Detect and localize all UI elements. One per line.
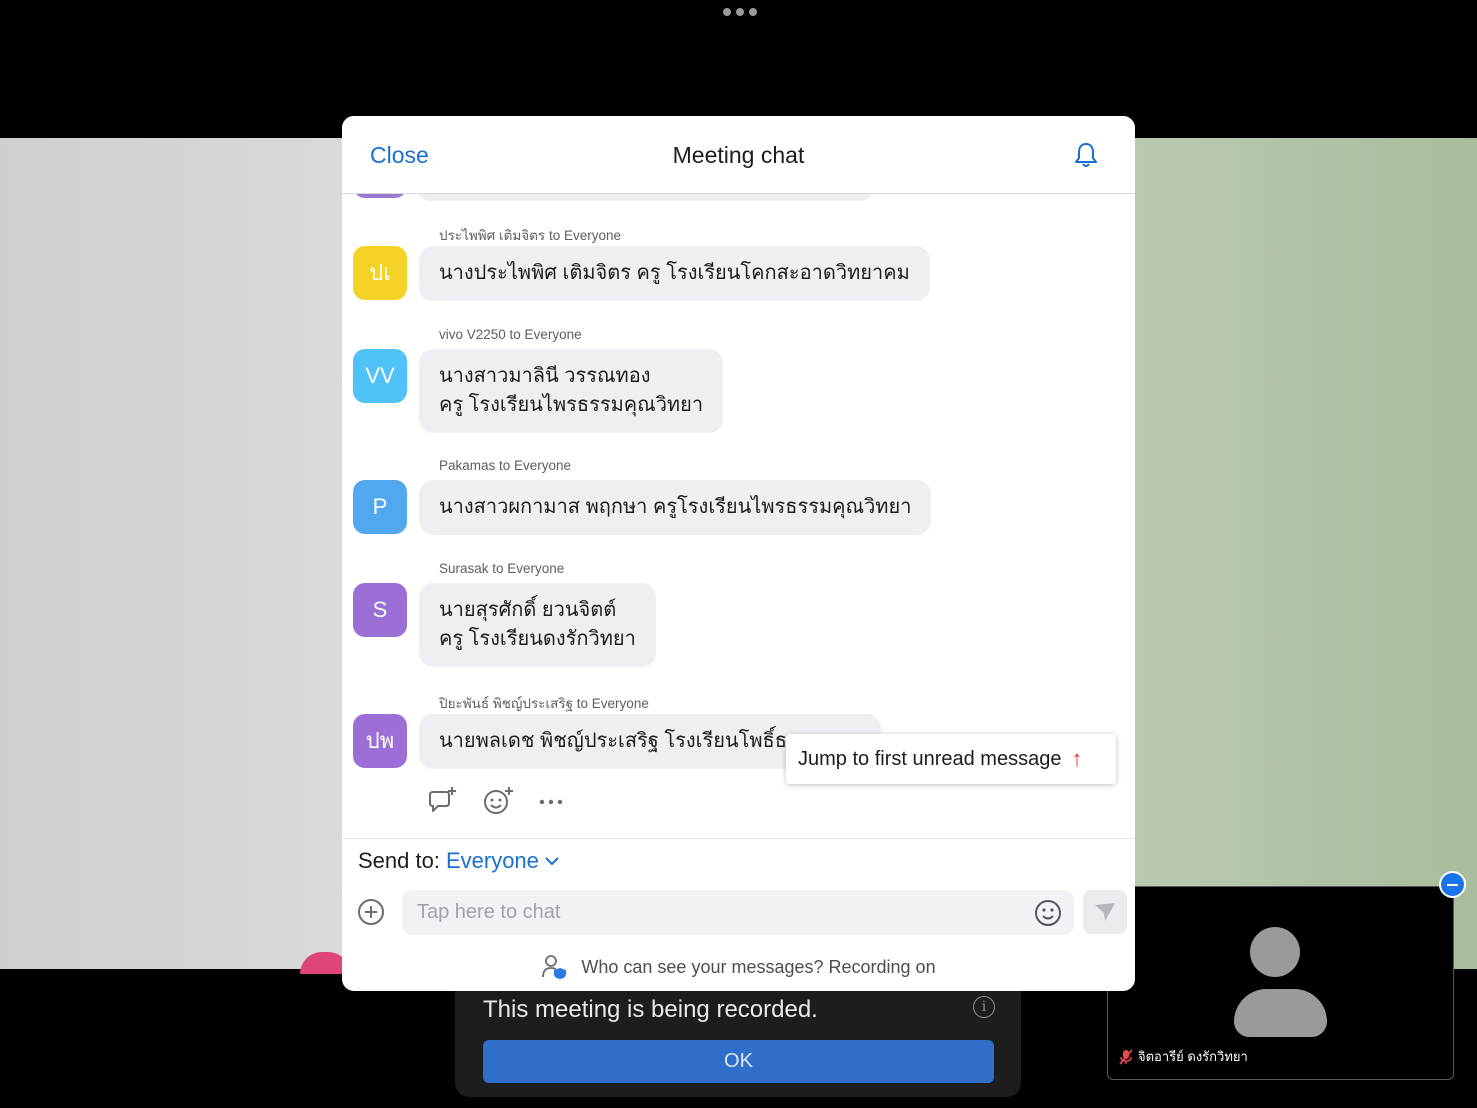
send-icon bbox=[1095, 903, 1115, 921]
meeting-chat-modal: Close Meeting chat ประไพพิศ เติมจิตร to … bbox=[342, 116, 1135, 991]
emoji-icon[interactable] bbox=[1033, 898, 1063, 928]
chevron-down-icon bbox=[545, 856, 559, 865]
user-shield-icon bbox=[542, 955, 567, 979]
message-bubble[interactable] bbox=[418, 194, 873, 201]
page-title: Meeting chat bbox=[672, 142, 805, 168]
recording-notice-text: This meeting is being recorded. bbox=[483, 996, 818, 1023]
more-options-dots[interactable] bbox=[720, 8, 760, 20]
avatar[interactable]: ปพ bbox=[353, 714, 407, 768]
self-video-tile[interactable]: จิตอารีย์ ดงรักวิทยา bbox=[1107, 886, 1454, 1080]
reply-thread-icon[interactable] bbox=[426, 786, 458, 816]
info-icon[interactable]: i bbox=[973, 996, 995, 1018]
privacy-text: Who can see your messages? Recording on bbox=[581, 956, 936, 977]
send-to-label: Send to: bbox=[358, 848, 440, 873]
send-button[interactable] bbox=[1083, 890, 1127, 934]
arrow-up-icon: ↑ bbox=[1071, 746, 1083, 771]
send-to-selector[interactable]: Send to: Everyone bbox=[358, 848, 559, 874]
avatar-placeholder-body bbox=[1234, 989, 1327, 1037]
message-sender: vivo V2250 to Everyone bbox=[439, 327, 582, 342]
more-icon[interactable] bbox=[538, 786, 564, 816]
mic-muted-icon bbox=[1119, 1048, 1133, 1065]
message-sender: ปิยะพันธ์ พิชญ์ประเสริฐ to Everyone bbox=[439, 696, 649, 711]
self-name-label: จิตอารีย์ ดงรักวิทยา bbox=[1118, 1046, 1248, 1067]
recording-banner: This meeting is being recorded. i OK bbox=[455, 980, 1021, 1097]
divider bbox=[342, 838, 1135, 839]
avatar-placeholder-head bbox=[1250, 927, 1300, 977]
privacy-notice[interactable]: Who can see your messages? Recording on bbox=[342, 954, 1135, 980]
chat-message-list[interactable]: ประไพพิศ เติมจิตร to Everyone ปเ นางประไ… bbox=[342, 194, 1135, 838]
message-actions bbox=[426, 786, 564, 816]
message-sender: Pakamas to Everyone bbox=[439, 458, 572, 473]
message-bubble[interactable]: นายสุรศักดิ์ ยวนจิตต์ ครู โรงเรียนดงรักว… bbox=[419, 583, 656, 667]
chat-input[interactable] bbox=[402, 890, 1074, 935]
modal-header: Close Meeting chat bbox=[342, 116, 1135, 194]
bell-icon[interactable] bbox=[1071, 140, 1101, 170]
avatar bbox=[353, 194, 407, 198]
add-attachment-icon[interactable] bbox=[357, 898, 385, 926]
send-to-target[interactable]: Everyone bbox=[446, 848, 539, 874]
avatar[interactable]: P bbox=[353, 480, 407, 534]
jump-to-unread-button[interactable]: Jump to first unread message ↑ bbox=[786, 734, 1116, 784]
add-reaction-icon[interactable] bbox=[482, 786, 514, 816]
message-bubble[interactable]: นางสาวมาลินี วรรณทอง ครู โรงเรียนไพรธรรม… bbox=[419, 349, 724, 433]
minimize-self-view-button[interactable] bbox=[1439, 871, 1466, 898]
message-bubble[interactable]: นางสาวผกามาส พฤกษา ครูโรงเรียนไพรธรรมคุณ… bbox=[419, 480, 932, 535]
jump-label: Jump to first unread message bbox=[798, 747, 1062, 770]
message-bubble[interactable]: นางประไพพิศ เติมจิตร ครู โรงเรียนโคกสะอา… bbox=[419, 246, 930, 301]
avatar[interactable]: ปเ bbox=[353, 246, 407, 300]
ok-button[interactable]: OK bbox=[483, 1040, 994, 1083]
message-sender: Surasak to Everyone bbox=[439, 561, 565, 576]
avatar[interactable]: S bbox=[353, 583, 407, 637]
message-sender: ประไพพิศ เติมจิตร to Everyone bbox=[439, 228, 621, 243]
avatar[interactable]: VV bbox=[353, 349, 407, 403]
self-name-text: จิตอารีย์ ดงรักวิทยา bbox=[1138, 1049, 1248, 1064]
